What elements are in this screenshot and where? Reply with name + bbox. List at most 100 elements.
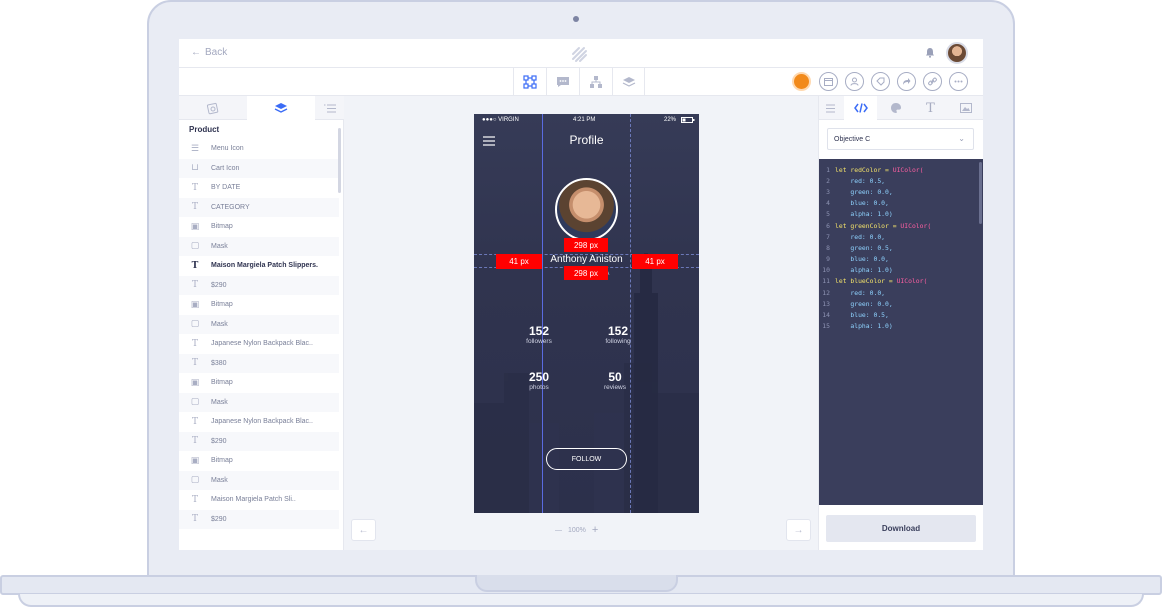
code-class: UIColor( [892,165,924,174]
layer-row[interactable]: T $290 [179,431,339,451]
layer-row[interactable]: ▢ Mask [179,470,339,490]
layer-row[interactable]: T Maison Margiela Patch Sli.. [179,490,339,510]
line-number: 11 [822,277,830,286]
stat-value: 152 [607,324,629,338]
line-number: 12 [822,288,830,297]
line-number: 9 [826,255,830,264]
layer-row[interactable]: T $290 [179,509,339,529]
phone-artboard[interactable]: ●●●○ VIRGIN 4:21 PM 22% Profile Anthony … [474,114,699,513]
tab-images[interactable] [949,96,982,120]
tab-colors[interactable] [879,96,912,120]
layer-row[interactable]: T Maison Margiela Patch Slippers. [179,256,339,276]
code-viewer[interactable]: 1 let redColor = UIColor(2 red: 0.5, 3 gre… [819,159,983,505]
tab-typography[interactable]: T [914,96,947,120]
line-number: 1 [826,165,830,174]
layers-icon [622,77,635,87]
next-artboard-button[interactable]: → [786,519,811,541]
arrow-left-icon: ← [358,524,369,536]
tab-code[interactable] [844,96,877,120]
user-button[interactable] [845,72,864,91]
code-scrollbar[interactable] [979,162,982,224]
code-text: red: 0.0, [835,288,886,297]
stat-value: 250 [528,370,550,384]
hierarchy-tool-button[interactable] [579,68,612,96]
layer-row[interactable]: ▢ Mask [179,314,339,334]
layer-row[interactable]: T $290 [179,275,339,295]
tag-icon [876,77,885,86]
code-line: 11 let blueColor = UIColor( [819,276,983,287]
code-line: 13 green: 0.0, [819,298,983,309]
layer-row[interactable]: T Japanese Nylon Backpack Blac.. [179,412,339,432]
stat-label: photos [529,384,549,391]
prev-artboard-button[interactable]: ← [351,519,376,541]
layer-row[interactable]: ⊔ Cart Icon [179,158,339,178]
link-button[interactable] [923,72,942,91]
share-button[interactable] [897,72,916,91]
layer-row[interactable]: ▣ Bitmap [179,451,339,471]
layer-list: ☰ Menu Icon ⊔ Cart Icon T BY DATE T CATEGORY ▣ Bi… [179,139,339,529]
layer-row[interactable]: ▣ Bitmap [179,295,339,315]
line-number: 7 [826,232,830,241]
layer-row[interactable]: T $380 [179,353,339,373]
app-logo-icon [572,47,587,62]
download-button[interactable]: Download [826,515,976,542]
section-title: Product [189,125,220,134]
status-indicator-button[interactable] [792,72,811,91]
status-bar: ●●●○ VIRGIN 4:21 PM 22% [474,114,699,126]
layer-row[interactable]: T Japanese Nylon Backpack Blac.. [179,334,339,354]
tab-assets[interactable] [179,96,247,120]
line-number: 3 [826,187,830,196]
code-line: 5 alpha: 1.0) [819,209,983,220]
user-avatar[interactable] [946,42,968,64]
layer-row[interactable]: T CATEGORY [179,197,339,217]
text-layer-icon: T [191,260,199,271]
more-button[interactable] [949,72,968,91]
frames-tool-button[interactable] [513,68,546,96]
line-number: 5 [826,210,830,219]
mask-layer-icon: ▢ [190,475,200,486]
code-line: 14 blue: 0.5, [819,309,983,320]
layer-label: Menu Icon [211,145,244,153]
calendar-button[interactable] [819,72,838,91]
carrier-text: ●●●○ VIRGIN [482,117,519,123]
layer-label: Maison Margiela Patch Sli.. [211,496,296,504]
tab-layers[interactable] [247,96,315,120]
layer-label: $380 [211,359,227,367]
layer-label: Mask [211,476,228,484]
share-icon [903,78,911,85]
follow-button[interactable]: FOLLOW [546,448,627,470]
code-class: UIColor( [896,277,928,286]
list-icon [323,104,336,112]
stat-label: reviews [603,384,627,391]
bell-icon[interactable] [925,47,935,58]
tab-list[interactable] [315,96,344,120]
line-number: 2 [826,176,830,185]
zoom-level: 100% [568,526,586,534]
stat-reviews: 50 reviews [585,370,645,391]
layer-row[interactable]: ▣ Bitmap [179,373,339,393]
language-select[interactable]: Objective C ⌄ [827,128,974,150]
back-label: Back [205,47,228,58]
layers-tool-button[interactable] [612,68,645,96]
layer-row[interactable]: ▣ Bitmap [179,217,339,237]
back-button[interactable]: ← Back [191,47,227,58]
zoom-out-button[interactable]: — [555,527,562,534]
zoom-in-button[interactable]: + [592,524,598,536]
image-icon [959,103,972,113]
layer-label: BY DATE [211,184,241,192]
layer-row[interactable]: ▢ Mask [179,392,339,412]
image-layer-icon: ▣ [190,299,200,310]
zoom-control: — 100% + [555,524,598,536]
code-text: blue: 0.0, [835,199,889,208]
profile-avatar[interactable] [555,178,618,241]
layer-row[interactable]: ▢ Mask [179,236,339,256]
link-icon [928,77,937,86]
code-text: blue: 0.5, [835,311,889,320]
tab-properties[interactable] [819,96,844,120]
comment-tool-button[interactable] [546,68,579,96]
more-icon [954,80,963,83]
tag-button[interactable] [871,72,890,91]
layer-row[interactable]: T BY DATE [179,178,339,198]
layer-row[interactable]: ☰ Menu Icon [179,139,339,159]
layer-list-scrollbar[interactable] [338,128,341,193]
